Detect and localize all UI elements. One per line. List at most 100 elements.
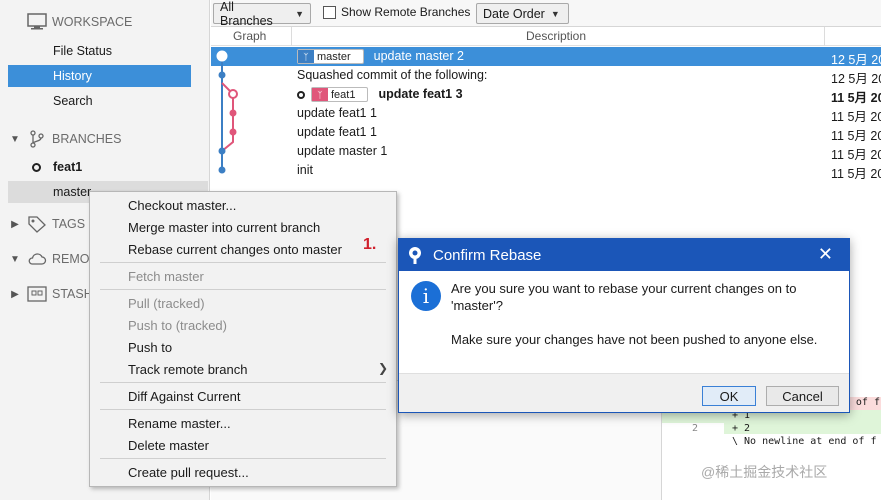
menu-item-merge[interactable]: Merge master into current branch xyxy=(128,220,320,235)
cancel-button[interactable]: Cancel xyxy=(766,386,839,406)
sidebar-item-file-status[interactable]: File Status xyxy=(0,40,210,62)
branches-header[interactable]: ▼ BRANCHES xyxy=(0,128,210,150)
commit-description: update master 2 xyxy=(373,49,464,63)
current-branch-icon xyxy=(32,162,41,172)
info-icon: i xyxy=(411,281,441,311)
table-row[interactable]: update feat1 1 11 5月 20 xyxy=(211,123,881,143)
diff-line: 2 + 2 xyxy=(662,423,881,436)
sidebar-item-label: File Status xyxy=(53,44,113,58)
chevron-down-icon[interactable]: ▼ xyxy=(10,134,20,145)
graph-node xyxy=(218,147,226,155)
menu-separator xyxy=(100,409,386,410)
cloud-icon xyxy=(27,250,47,268)
commit-description: update feat1 1 xyxy=(297,125,377,139)
menu-separator xyxy=(100,458,386,459)
sidebar-item-history[interactable]: History xyxy=(8,65,191,87)
graph-node xyxy=(229,109,237,117)
table-row[interactable]: update feat1 1 11 5月 20 xyxy=(211,104,881,124)
dialog-message-line: 'master'? xyxy=(451,298,503,313)
current-branch-icon xyxy=(297,90,305,99)
branch-label: master xyxy=(53,185,92,199)
order-dropdown-label: Date Order xyxy=(483,6,545,21)
col-description[interactable]: Description xyxy=(526,29,586,43)
dialog-title-bar[interactable]: Confirm Rebase ✕ xyxy=(399,239,849,271)
menu-item-checkout[interactable]: Checkout master... xyxy=(128,198,236,213)
commit-description: init xyxy=(297,163,313,177)
chevron-down-icon: ▼ xyxy=(295,8,304,19)
dialog-message-line: Are you sure you want to rebase your cur… xyxy=(451,281,797,296)
stash-icon xyxy=(27,285,47,303)
sidebar-item-label: Search xyxy=(53,94,93,108)
table-row[interactable]: ᛉ feat1 update feat1 3 11 5月 20 xyxy=(211,85,881,105)
menu-item-create-pr[interactable]: Create pull request... xyxy=(128,465,249,480)
branch-tag-feat1: ᛉ feat1 xyxy=(311,87,369,103)
history-column-header: Graph Description xyxy=(211,27,881,46)
commit-description: update feat1 1 xyxy=(297,106,377,120)
dialog-footer: OK Cancel xyxy=(399,373,849,412)
graph-node xyxy=(218,166,226,174)
menu-item-rebase[interactable]: Rebase current changes onto master xyxy=(128,242,342,257)
branch-label: feat1 xyxy=(53,160,83,174)
commit-date: 11 5月 20 xyxy=(831,167,881,181)
show-remote-branches-checkbox[interactable]: Show Remote Branches xyxy=(323,5,470,19)
watermark: @稀土掘金技术社区 xyxy=(701,464,828,480)
graph-node xyxy=(218,71,226,79)
commit-description: update feat1 3 xyxy=(378,87,463,101)
branch-icon: ᛉ xyxy=(312,88,328,102)
graph-node xyxy=(229,128,237,136)
menu-item-rename[interactable]: Rename master... xyxy=(128,416,231,431)
menu-item-track-remote[interactable]: Track remote branch xyxy=(128,362,247,377)
branches-dropdown[interactable]: All Branches ▼ xyxy=(213,0,311,28)
branch-context-menu: Checkout master... Merge master into cur… xyxy=(89,191,397,487)
chevron-down-icon[interactable]: ▼ xyxy=(10,254,20,265)
tag-icon xyxy=(27,215,47,233)
annotation-step-1: 1. xyxy=(363,236,377,253)
workspace-header-label: WORKSPACE xyxy=(52,15,133,29)
commit-graph xyxy=(216,50,238,174)
sidebar-item-search[interactable]: Search xyxy=(0,90,210,112)
menu-item-fetch: Fetch master xyxy=(128,269,204,284)
branch-item-feat1[interactable]: feat1 xyxy=(0,156,210,178)
commit-description: Squashed commit of the following: xyxy=(297,68,488,82)
column-divider[interactable] xyxy=(291,27,292,46)
history-toolbar: All Branches ▼ Show Remote Branches Date… xyxy=(211,0,881,28)
menu-item-diff-against[interactable]: Diff Against Current xyxy=(128,389,240,404)
table-row[interactable]: ᛉ master update master 2 12 5月 20 xyxy=(211,47,881,67)
checkbox-label: Show Remote Branches xyxy=(341,5,471,19)
chevron-down-icon: ▼ xyxy=(550,8,560,19)
branch-icon: ᛉ xyxy=(298,50,314,64)
branch-icon xyxy=(27,130,47,148)
col-graph[interactable]: Graph xyxy=(233,29,266,43)
dialog-message-line: Make sure your changes have not been pus… xyxy=(451,332,818,347)
workspace-header[interactable]: WORKSPACE xyxy=(0,11,210,33)
chevron-right-icon[interactable]: ▶ xyxy=(10,289,20,300)
branches-dropdown-label: All Branches xyxy=(220,0,273,28)
graph-node xyxy=(228,89,238,99)
table-row[interactable]: update master 1 11 5月 20 xyxy=(211,142,881,162)
table-row[interactable]: Squashed commit of the following: 12 5月 … xyxy=(211,66,881,86)
menu-item-delete[interactable]: Delete master xyxy=(128,438,209,453)
close-icon[interactable]: ✕ xyxy=(818,244,833,265)
menu-item-pull: Pull (tracked) xyxy=(128,296,205,311)
tags-header-label: TAGS xyxy=(52,217,86,231)
graph-node xyxy=(216,50,228,62)
ok-button[interactable]: OK xyxy=(702,386,756,406)
menu-separator xyxy=(100,382,386,383)
diff-line: \ No newline at end of f xyxy=(732,436,877,447)
confirm-rebase-dialog: Confirm Rebase ✕ i Are you sure you want… xyxy=(398,238,850,413)
column-divider[interactable] xyxy=(824,27,825,46)
menu-item-push-tracked: Push to (tracked) xyxy=(128,318,227,333)
branch-tag-master: ᛉ master xyxy=(297,49,364,65)
chevron-right-icon: ❯ xyxy=(377,361,388,375)
menu-item-push-to[interactable]: Push to xyxy=(128,340,172,355)
checkbox-box[interactable] xyxy=(323,5,336,19)
menu-separator xyxy=(100,262,386,263)
sourcetree-app-icon xyxy=(407,246,423,264)
commit-description: update master 1 xyxy=(297,144,388,158)
dialog-title: Confirm Rebase xyxy=(433,247,542,264)
table-row[interactable]: init 11 5月 20 xyxy=(211,161,881,181)
chevron-right-icon[interactable]: ▶ xyxy=(10,219,20,230)
branches-header-label: BRANCHES xyxy=(52,132,122,146)
menu-separator xyxy=(100,289,386,290)
order-dropdown[interactable]: Date Order ▼ xyxy=(476,3,569,24)
